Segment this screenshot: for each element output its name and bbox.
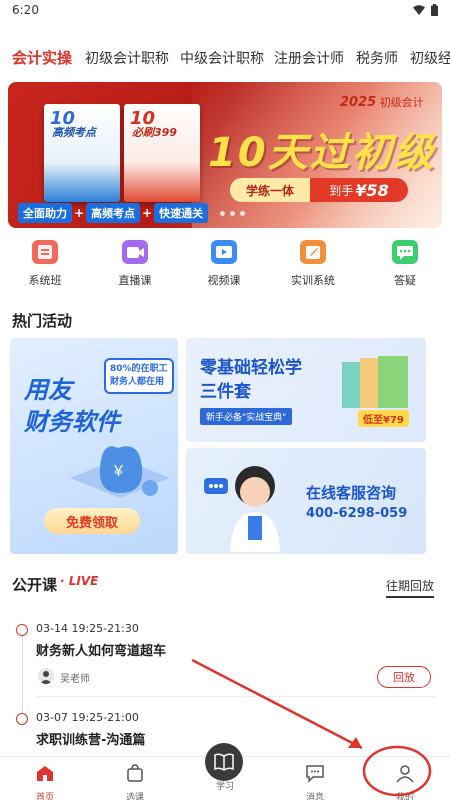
training-edit-icon <box>300 240 326 264</box>
service-agent-illustration <box>204 466 280 552</box>
clock-icon <box>16 713 28 725</box>
avatar <box>38 668 54 684</box>
books-illustration <box>342 356 408 408</box>
course-time: 03-07 19:25-21:00 <box>36 711 139 724</box>
nav-system-class[interactable]: 系统班 <box>5 240 85 288</box>
yongyou-bubble: 80%的在职工财务人都在用 <box>104 358 174 394</box>
timeline-line <box>22 634 23 714</box>
banner-tag: 全面助力 <box>18 203 72 223</box>
tab-home[interactable]: 首页 <box>15 763 75 800</box>
clock-icon <box>16 624 28 636</box>
live-video-icon <box>122 240 148 264</box>
bottom-tab-bar: 首页 选课 学习 消息 我的 <box>0 743 450 800</box>
home-icon <box>37 766 53 781</box>
status-time: 6:20 <box>12 3 39 17</box>
book-cover-must-do: 10 必刷399 <box>124 104 200 202</box>
open-course-title: 公开课 <box>12 576 58 594</box>
course-title[interactable]: 财务新人如何弯道超车 <box>36 640 166 659</box>
teacher-name: 吴老师 <box>60 674 90 685</box>
tab-intermediate-accounting[interactable]: 中级会计职称 <box>180 48 264 68</box>
promo-banner[interactable]: 10 高频考点 10 必刷399 2025 初级会计 10天过初级 学练一体 到… <box>8 82 442 228</box>
tab-profile[interactable]: 我的 <box>375 763 435 800</box>
book-cover-high-frequency: 10 高频考点 <box>44 104 120 202</box>
hot-activities-title: 热门活动 <box>12 312 73 330</box>
tab-accounting-practice[interactable]: 会计实操 <box>12 47 72 68</box>
coin-bag-illustration: ¥ <box>70 446 170 498</box>
replay-button[interactable]: 回放 <box>377 666 431 688</box>
online-service-card[interactable]: 在线客服咨询 400-6298-059 <box>186 448 426 554</box>
qa-chat-icon <box>392 240 418 264</box>
pill-learn-practice: 学练一体 <box>230 178 310 202</box>
banner-price-pill: 学练一体 到手 ¥58 <box>230 178 408 202</box>
banner-tag: 高频考点 <box>86 203 141 223</box>
free-claim-button[interactable]: 免费领取 <box>44 508 140 534</box>
video-tv-icon <box>211 240 237 264</box>
course-title[interactable]: 求职训练营-沟通篇 <box>36 729 145 748</box>
wifi-icon <box>413 5 425 15</box>
zero-basics-title: 零基础轻松学 三件套 <box>200 358 302 402</box>
nav-live-course[interactable]: 直播课 <box>95 240 175 288</box>
quick-nav: 系统班 直播课 视频课 实训系统 答疑 <box>0 240 450 298</box>
banner-tags: 全面助力 + 高频考点 + 快速通关 <box>18 203 209 223</box>
pill-price: 到手 ¥58 <box>310 178 408 202</box>
tab-messages[interactable]: 消息 <box>285 763 345 800</box>
zero-basics-tag: 新手必备"实战宝典" <box>200 408 293 425</box>
carousel-dots <box>220 211 245 216</box>
status-bar: 6:20 <box>0 0 450 22</box>
profile-icon <box>396 765 414 783</box>
class-icon <box>32 240 58 264</box>
nav-qa[interactable]: 答疑 <box>365 240 445 288</box>
course-time: 03-14 19:25-21:30 <box>36 622 139 635</box>
svg-text:¥: ¥ <box>113 463 123 480</box>
banner-year: 2025 初级会计 <box>340 95 424 110</box>
tab-junior-accounting[interactable]: 初级会计职称 <box>85 48 169 68</box>
category-tabs: 会计实操 初级会计职称 中级会计职称 注册会计师 税务师 初级经 <box>0 44 450 74</box>
tab-junior-economist[interactable]: 初级经 <box>410 48 450 68</box>
battery-icon <box>431 4 438 16</box>
yongyou-software-card[interactable]: 用友 财务软件 80%的在职工财务人都在用 ¥ 免费领取 <box>10 338 178 554</box>
service-title: 在线客服咨询 <box>306 484 397 502</box>
nav-video-course[interactable]: 视频课 <box>184 240 264 288</box>
live-badge: · LIVE <box>60 574 99 588</box>
zero-basics-card[interactable]: 零基础轻松学 三件套 新手必备"实战宝典" 低至¥79 <box>186 338 426 442</box>
tab-course-select[interactable]: 选课 <box>105 763 165 800</box>
tab-tax-agent[interactable]: 税务师 <box>356 48 398 68</box>
message-icon <box>306 765 324 783</box>
past-replay-link[interactable]: 往期回放 <box>385 577 434 598</box>
tab-cpa[interactable]: 注册会计师 <box>274 48 344 68</box>
bag-icon <box>127 764 143 782</box>
service-phone[interactable]: 400-6298-059 <box>306 506 407 521</box>
divider <box>36 696 436 697</box>
book-icon[interactable] <box>205 743 243 781</box>
nav-training-system[interactable]: 实训系统 <box>273 240 353 288</box>
banner-tag: 快速通关 <box>154 203 209 223</box>
zero-basics-price: 低至¥79 <box>358 410 409 427</box>
status-icons <box>413 4 438 16</box>
banner-headline: 10天过初级 <box>208 130 436 176</box>
